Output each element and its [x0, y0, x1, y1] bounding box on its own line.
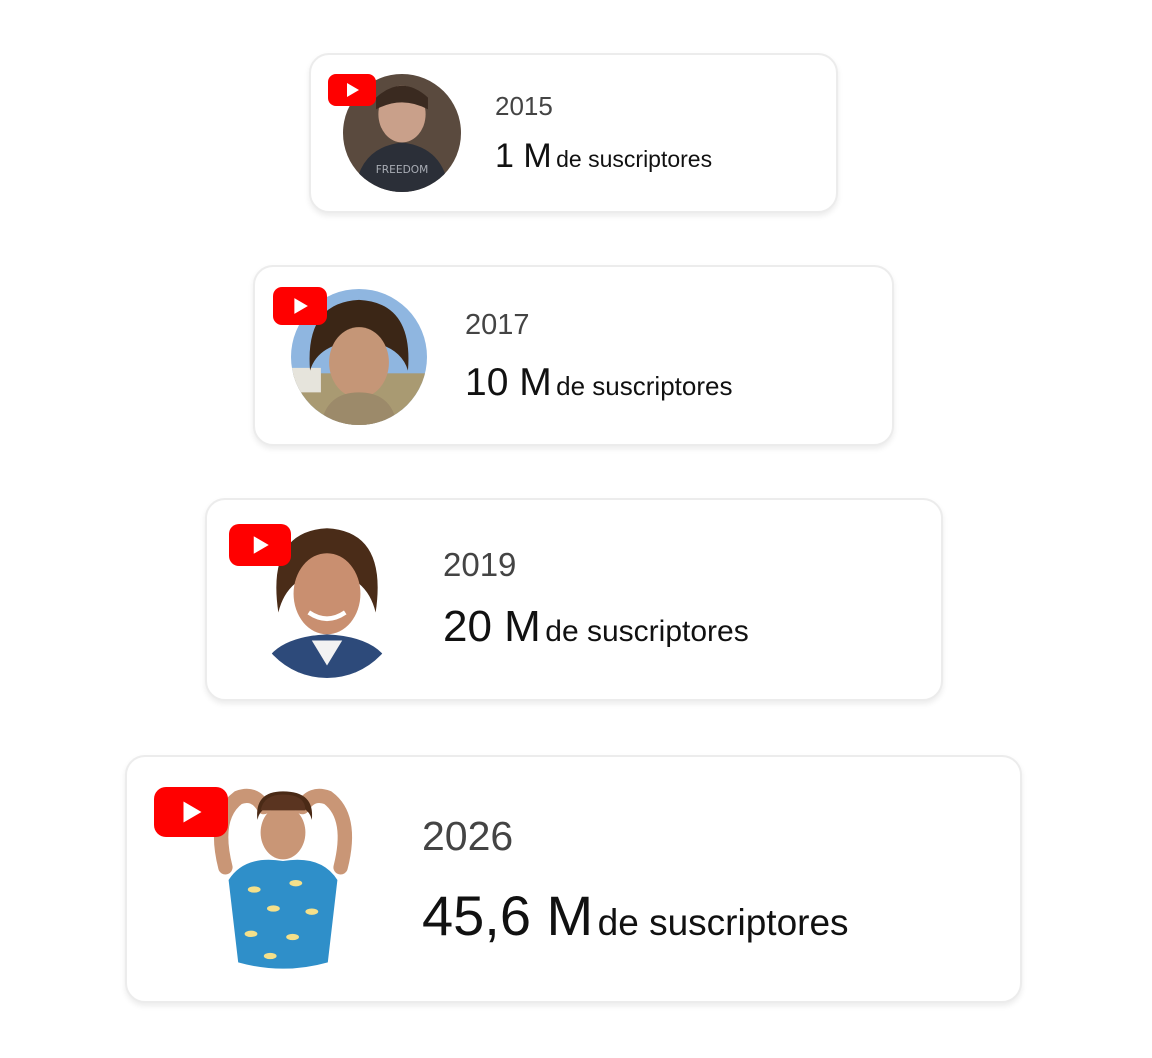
youtube-logo-icon [154, 787, 228, 837]
youtube-logo-icon [273, 287, 327, 325]
subscriber-count: 10 M [465, 361, 552, 404]
subscriber-count: 20 M [443, 602, 541, 651]
milestone-card-2019: 2019 20 M de suscriptores [205, 498, 943, 701]
subscriber-count-line: 20 M de suscriptores [443, 602, 749, 652]
subscriber-count-line: 1 M de suscriptores [495, 137, 712, 176]
youtube-logo-icon [229, 524, 291, 566]
subscriber-count-line: 10 M de suscriptores [465, 361, 732, 405]
milestone-year: 2017 [465, 309, 530, 341]
subscriber-suffix: de suscriptores [545, 615, 749, 648]
youtube-logo-icon [328, 74, 376, 106]
milestone-card-2017: 2017 10 M de suscriptores [253, 265, 894, 446]
subscriber-suffix: de suscriptores [556, 146, 713, 172]
subscriber-count: 45,6 M [422, 884, 594, 947]
milestone-year: 2019 [443, 546, 517, 583]
milestone-year: 2026 [422, 813, 514, 859]
subscriber-suffix: de suscriptores [597, 902, 849, 943]
svg-text:FREEDOM: FREEDOM [376, 163, 429, 176]
subscriber-count: 1 M [495, 137, 552, 175]
milestone-card-2015: FREEDOM 2015 1 M de suscriptores [309, 53, 838, 213]
subscriber-count-line: 45,6 M de suscriptores [422, 883, 849, 948]
milestone-card-2026: 2026 45,6 M de suscriptores [125, 755, 1022, 1003]
milestone-year: 2015 [495, 91, 553, 121]
subscriber-suffix: de suscriptores [556, 371, 733, 401]
